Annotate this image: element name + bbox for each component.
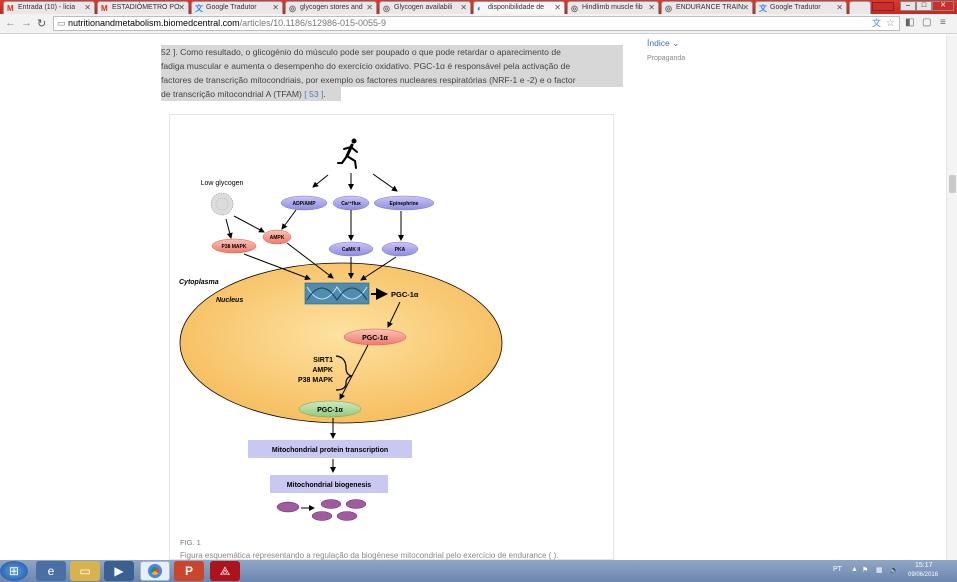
pgc1a-protein-label: PGC-1α — [362, 335, 388, 342]
tab-label: Google Tradutor — [206, 4, 257, 11]
close-window-button[interactable]: ✕ — [932, 1, 954, 11]
tab-glycogen-availability[interactable]: ◎ Glycogen availabili ✕ — [379, 1, 471, 14]
tab-label: ENDURANCE TRAIN — [676, 4, 744, 11]
gmail-icon: M — [101, 4, 108, 13]
ampk-modifier-label: AMPK — [312, 367, 333, 374]
page-scrollbar[interactable] — [946, 35, 957, 560]
language-indicator[interactable]: PT — [833, 566, 842, 573]
browser-tab-bar: M Entrada (10) - licia ✕ M ESTADIÔMETRO PO ✕… — [0, 0, 957, 14]
sirt1-label: SIRT1 — [313, 357, 333, 364]
tab-glycogen-stores[interactable]: ◎ glycogen stores and ✕ — [285, 1, 377, 14]
pgc1a-active-label: PGC-1α — [317, 407, 343, 414]
pgc1a-gene-label: PGC-1α — [391, 290, 419, 299]
page-icon: ◎ — [665, 4, 672, 13]
runner-icon — [337, 138, 358, 169]
adp-amp-label: ADP/AMP — [292, 201, 316, 207]
address-bar[interactable]: ▭ nutritionandmetabolism.biomedcentral.c… — [53, 16, 900, 31]
tab-label: Hindlimb muscle fib — [582, 4, 643, 11]
cytoplasma-label: Cytoplasma — [179, 279, 219, 286]
page-icon: ◎ — [289, 4, 296, 13]
low-glycogen-label: Low glycogen — [201, 180, 244, 187]
maximize-button[interactable]: □ — [916, 1, 932, 11]
internet-explorer-icon[interactable]: e — [36, 561, 66, 581]
tab-label: Google Tradutor — [770, 4, 821, 11]
extension-icon[interactable]: ◧ — [905, 17, 914, 28]
scrollbar-thumb[interactable] — [949, 175, 956, 193]
page-content: 52 ]. Como resultado, o glicogénio do mú… — [0, 35, 957, 560]
tab-label: ESTADIÔMETRO PO — [112, 4, 180, 11]
tab-label: Entrada (10) - licia — [18, 4, 76, 11]
tab-label: glycogen stores and — [300, 4, 363, 11]
volume-icon[interactable]: 🔈 — [890, 566, 899, 574]
tab-gmail-inbox[interactable]: M Entrada (10) - licia ✕ — [3, 1, 95, 14]
loading-icon: ◐ — [477, 4, 482, 13]
pgc1a-diagram: Cytoplasma Nucleus Low glycogen ADP/AMP … — [179, 138, 503, 521]
tab-hindlimb-muscle[interactable]: ◎ Hindlimb muscle fib ✕ — [567, 1, 659, 14]
p38-modifier-label: P38 MAPK — [298, 377, 333, 384]
extension-box-icon[interactable]: ▢ — [922, 17, 931, 28]
page-icon: ◎ — [571, 4, 578, 13]
transcription-label: Mitochondrial protein transcription — [272, 447, 388, 454]
tab-gmail-estadiometro[interactable]: M ESTADIÔMETRO PO ✕ — [97, 1, 189, 14]
tab-close-icon[interactable]: ✕ — [460, 3, 467, 12]
action-center-flag-icon[interactable]: ⚑ — [862, 566, 868, 574]
translate-icon: 文 — [759, 4, 767, 13]
ampk-label: AMPK — [270, 235, 285, 241]
url-domain: nutritionandmetabolism.biomedcentral.com — [68, 18, 240, 28]
menu-icon[interactable]: ≡ — [940, 17, 946, 28]
chrome-icon[interactable] — [140, 561, 170, 581]
tab-close-icon[interactable]: ✕ — [554, 3, 561, 12]
figure-label: FIG. 1 — [180, 538, 201, 547]
forward-icon[interactable]: → — [21, 17, 32, 29]
tab-close-icon[interactable]: ✕ — [84, 3, 91, 12]
translate-page-icon[interactable]: 文 — [872, 17, 881, 30]
tab-close-icon[interactable]: ✕ — [178, 3, 185, 12]
gmail-icon: M — [7, 4, 14, 13]
nucleus-label: Nucleus — [216, 297, 243, 304]
mitochondria-icon — [276, 499, 367, 521]
tab-endurance-training[interactable]: ◎ ENDURANCE TRAIN ✕ — [661, 1, 753, 14]
epinephrine-label: Epinephrine — [390, 201, 419, 207]
bookmark-star-icon[interactable]: ☆ — [886, 17, 895, 30]
tab-disponibilidade[interactable]: ◐ disponibilidade de ✕ — [473, 1, 565, 14]
tab-google-tradutor[interactable]: 文 Google Tradutor ✕ — [191, 1, 283, 14]
tab-close-icon[interactable]: ✕ — [836, 3, 843, 12]
start-button[interactable]: ⊞ — [0, 561, 28, 581]
glycogen-granule-icon — [210, 192, 234, 216]
tab-close-icon[interactable]: ✕ — [272, 3, 279, 12]
tab-close-icon[interactable]: ✕ — [366, 3, 373, 12]
figure-caption: Figura esquemática representando a regul… — [180, 551, 559, 560]
network-icon[interactable]: ▦ — [876, 566, 883, 574]
tab-close-icon[interactable]: ✕ — [648, 3, 655, 12]
browser-toolbar: ← → ↻ ▭ nutritionandmetabolism.biomedcen… — [0, 14, 957, 34]
pka-label: PKA — [395, 247, 406, 253]
page-info-icon[interactable]: ▭ — [57, 17, 66, 30]
back-icon[interactable]: ← — [5, 17, 16, 29]
biogenesis-label: Mitochondrial biogenesis — [287, 482, 372, 489]
clock-date[interactable]: 09/06/2016 — [908, 572, 938, 578]
clock-time[interactable]: 15:17 — [915, 562, 933, 569]
camk-ii-label: CaMK II — [342, 247, 361, 253]
ca-flux-label: Ca²⁺flux — [341, 201, 361, 207]
dna-gene-icon — [304, 282, 370, 305]
url-path: /articles/10.1186/s12986-015-0055-9 — [239, 18, 387, 28]
tab-label: Glycogen availabili — [394, 4, 453, 11]
minimize-button[interactable]: – — [900, 1, 916, 11]
file-explorer-icon[interactable]: ▭ — [70, 561, 100, 581]
show-hidden-icons-icon[interactable]: ▲ — [851, 566, 858, 573]
reload-icon[interactable]: ↻ — [37, 17, 46, 30]
p38-mapk-label: P38 MAPK — [221, 244, 246, 250]
powerpoint-icon[interactable]: P — [174, 561, 204, 581]
tab-close-icon[interactable]: ✕ — [742, 3, 749, 12]
translate-icon: 文 — [195, 4, 203, 13]
acrobat-reader-icon[interactable]: ⟁ — [210, 561, 240, 581]
new-tab-button[interactable] — [849, 1, 871, 14]
page-icon: ◎ — [383, 4, 390, 13]
profile-badge[interactable] — [872, 2, 894, 11]
media-player-icon[interactable]: ▶ — [104, 561, 134, 581]
windows-taskbar: ⊞ e ▭ ▶ P ⟁ PT ▲ ⚑ ▦ 🔈 15:17 09/06/2016 — [0, 560, 957, 582]
tab-google-tradutor-2[interactable]: 文 Google Tradutor ✕ — [755, 1, 847, 14]
tab-label: disponibilidade de — [488, 4, 545, 11]
